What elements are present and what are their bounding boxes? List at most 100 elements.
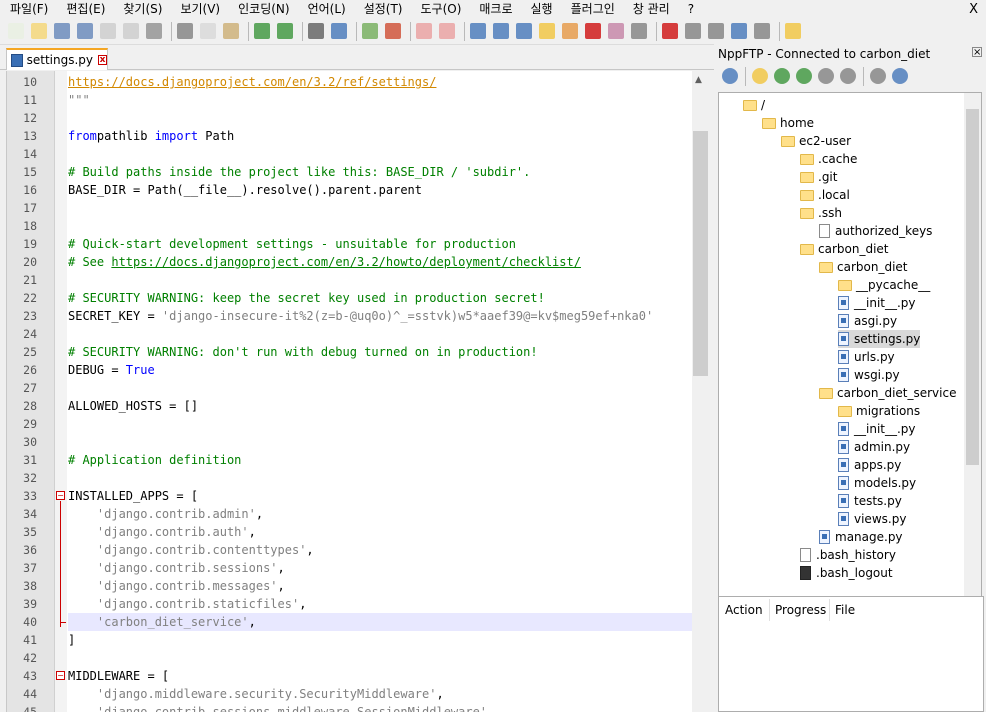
menu-item[interactable]: 언어(L) bbox=[298, 0, 354, 19]
menu-item[interactable]: 설정(T) bbox=[354, 0, 411, 19]
tree-node[interactable]: wsgi.py bbox=[838, 366, 900, 384]
menu-item[interactable]: 보기(V) bbox=[170, 0, 228, 19]
print-icon[interactable] bbox=[146, 23, 162, 39]
paste-icon[interactable] bbox=[223, 23, 239, 39]
undo-icon[interactable] bbox=[254, 23, 270, 39]
eye-icon[interactable] bbox=[631, 23, 647, 39]
upload-icon[interactable] bbox=[796, 68, 812, 84]
close-icon[interactable] bbox=[100, 23, 116, 39]
menu-item[interactable]: 찾기(S) bbox=[113, 0, 170, 19]
copy-icon[interactable] bbox=[200, 23, 216, 39]
tree-node[interactable]: .bash_logout bbox=[800, 564, 893, 582]
tree-node[interactable]: settings.py bbox=[838, 330, 921, 348]
tree-node[interactable]: .ssh bbox=[800, 204, 842, 222]
refresh-icon[interactable] bbox=[818, 68, 834, 84]
play-macro-icon[interactable] bbox=[708, 23, 724, 39]
tree-node[interactable]: models.py bbox=[838, 474, 916, 492]
tree-node[interactable]: .local bbox=[800, 186, 850, 204]
save-macro-icon[interactable] bbox=[754, 23, 770, 39]
menu-item[interactable]: ? bbox=[678, 0, 702, 19]
close-all-icon[interactable] bbox=[123, 23, 139, 39]
function-list-icon[interactable] bbox=[562, 23, 578, 39]
code-editor[interactable]: 10 11 12 13 14 15 16 17 18 19 20 21 22 23 24 25 26 27 28 29… bbox=[6, 71, 709, 712]
menu-item[interactable]: 창 관리 bbox=[623, 0, 678, 19]
sync-h-icon[interactable] bbox=[439, 23, 455, 39]
tree-node[interactable]: .git bbox=[800, 168, 837, 186]
code-token[interactable]: https://docs.djangoproject.com/en/3.2/re… bbox=[68, 75, 436, 89]
tree-node[interactable]: urls.py bbox=[838, 348, 895, 366]
new-file-icon[interactable] bbox=[8, 23, 24, 39]
tree-node[interactable]: asgi.py bbox=[838, 312, 897, 330]
zoom-out-icon[interactable] bbox=[385, 23, 401, 39]
menu-item[interactable]: 도구(O) bbox=[411, 0, 470, 19]
tree-node[interactable]: manage.py bbox=[819, 528, 903, 546]
run-macro-multi-icon[interactable] bbox=[731, 23, 747, 39]
tree-node[interactable]: admin.py bbox=[838, 438, 910, 456]
queue-column-header[interactable]: File bbox=[835, 601, 855, 619]
settings-icon[interactable] bbox=[870, 68, 886, 84]
word-wrap-icon[interactable] bbox=[470, 23, 486, 39]
close-panel-icon[interactable]: × bbox=[972, 47, 982, 58]
code-token[interactable]: https://docs.djangoproject.com/en/3.2/ho… bbox=[111, 255, 581, 269]
show-all-chars-icon[interactable] bbox=[493, 23, 509, 39]
queue-column-header[interactable]: Progress bbox=[775, 601, 826, 619]
open-dir-icon[interactable] bbox=[752, 68, 768, 84]
tree-node[interactable]: / bbox=[743, 96, 765, 114]
folder-workspace-icon[interactable] bbox=[585, 23, 601, 39]
menu-item[interactable]: 파일(F) bbox=[0, 0, 56, 19]
sync-v-icon[interactable] bbox=[416, 23, 432, 39]
replace-icon[interactable] bbox=[331, 23, 347, 39]
tree-node[interactable]: views.py bbox=[838, 510, 906, 528]
nppftp-icon[interactable] bbox=[785, 23, 801, 39]
tree-node[interactable]: carbon_diet bbox=[800, 240, 889, 258]
tree-node[interactable]: migrations bbox=[838, 402, 920, 420]
cut-icon[interactable] bbox=[177, 23, 193, 39]
scroll-up-icon[interactable]: ▲ bbox=[695, 75, 702, 85]
save-all-icon[interactable] bbox=[77, 23, 93, 39]
save-icon[interactable] bbox=[54, 23, 70, 39]
tree-node[interactable]: .bash_history bbox=[800, 546, 896, 564]
editor-scrollbar[interactable]: ▲ bbox=[692, 71, 709, 712]
scrollbar-thumb[interactable] bbox=[966, 109, 979, 465]
tree-node[interactable]: home bbox=[762, 114, 814, 132]
ftp-file-tree[interactable]: / home ec2-user .cache .git .local .ssh authori… bbox=[718, 92, 982, 636]
tree-node[interactable]: authorized_keys bbox=[819, 222, 932, 240]
tree-node[interactable]: apps.py bbox=[838, 456, 901, 474]
tree-node[interactable]: .cache bbox=[800, 150, 857, 168]
tree-node[interactable]: __init__.py bbox=[838, 294, 916, 312]
doc-map-icon[interactable] bbox=[539, 23, 555, 39]
scrollbar-thumb[interactable] bbox=[693, 131, 708, 376]
tree-scrollbar[interactable] bbox=[964, 93, 981, 635]
close-tab-icon[interactable]: x bbox=[98, 55, 107, 65]
indent-guide-icon[interactable] bbox=[516, 23, 532, 39]
record-macro-icon[interactable] bbox=[662, 23, 678, 39]
tree-node[interactable]: __pycache__ bbox=[838, 276, 930, 294]
redo-icon[interactable] bbox=[277, 23, 293, 39]
fold-collapse-icon[interactable]: − bbox=[56, 491, 65, 500]
menu-item[interactable]: 매크로 bbox=[469, 0, 520, 19]
fold-collapse-icon[interactable]: − bbox=[56, 671, 65, 680]
stop-macro-icon[interactable] bbox=[685, 23, 701, 39]
connect-icon[interactable] bbox=[722, 68, 738, 84]
menu-item[interactable]: 실행 bbox=[521, 0, 561, 19]
tree-node[interactable]: carbon_diet_service bbox=[819, 384, 956, 402]
menu-item[interactable]: 플러그인 bbox=[561, 0, 623, 19]
menu-item[interactable]: 편집(E) bbox=[56, 0, 113, 19]
menu-item[interactable]: 인코딩(N) bbox=[228, 0, 297, 19]
tree-node[interactable]: __init__.py bbox=[838, 420, 916, 438]
tree-node[interactable]: tests.py bbox=[838, 492, 902, 510]
toolbar-separator bbox=[410, 22, 411, 41]
find-icon[interactable] bbox=[308, 23, 324, 39]
line-number: 27 bbox=[23, 381, 37, 395]
close-document-button[interactable]: X bbox=[969, 0, 978, 19]
tree-node[interactable]: ec2-user bbox=[781, 132, 851, 150]
tab-settings-py[interactable]: settings.py x bbox=[6, 48, 108, 70]
open-file-icon[interactable] bbox=[31, 23, 47, 39]
abort-icon[interactable] bbox=[840, 68, 856, 84]
download-icon[interactable] bbox=[774, 68, 790, 84]
queue-column-header[interactable]: Action bbox=[725, 601, 763, 619]
tree-node[interactable]: carbon_diet bbox=[819, 258, 908, 276]
zoom-in-icon[interactable] bbox=[362, 23, 378, 39]
message-window-icon[interactable] bbox=[892, 68, 908, 84]
monitoring-icon[interactable] bbox=[608, 23, 624, 39]
